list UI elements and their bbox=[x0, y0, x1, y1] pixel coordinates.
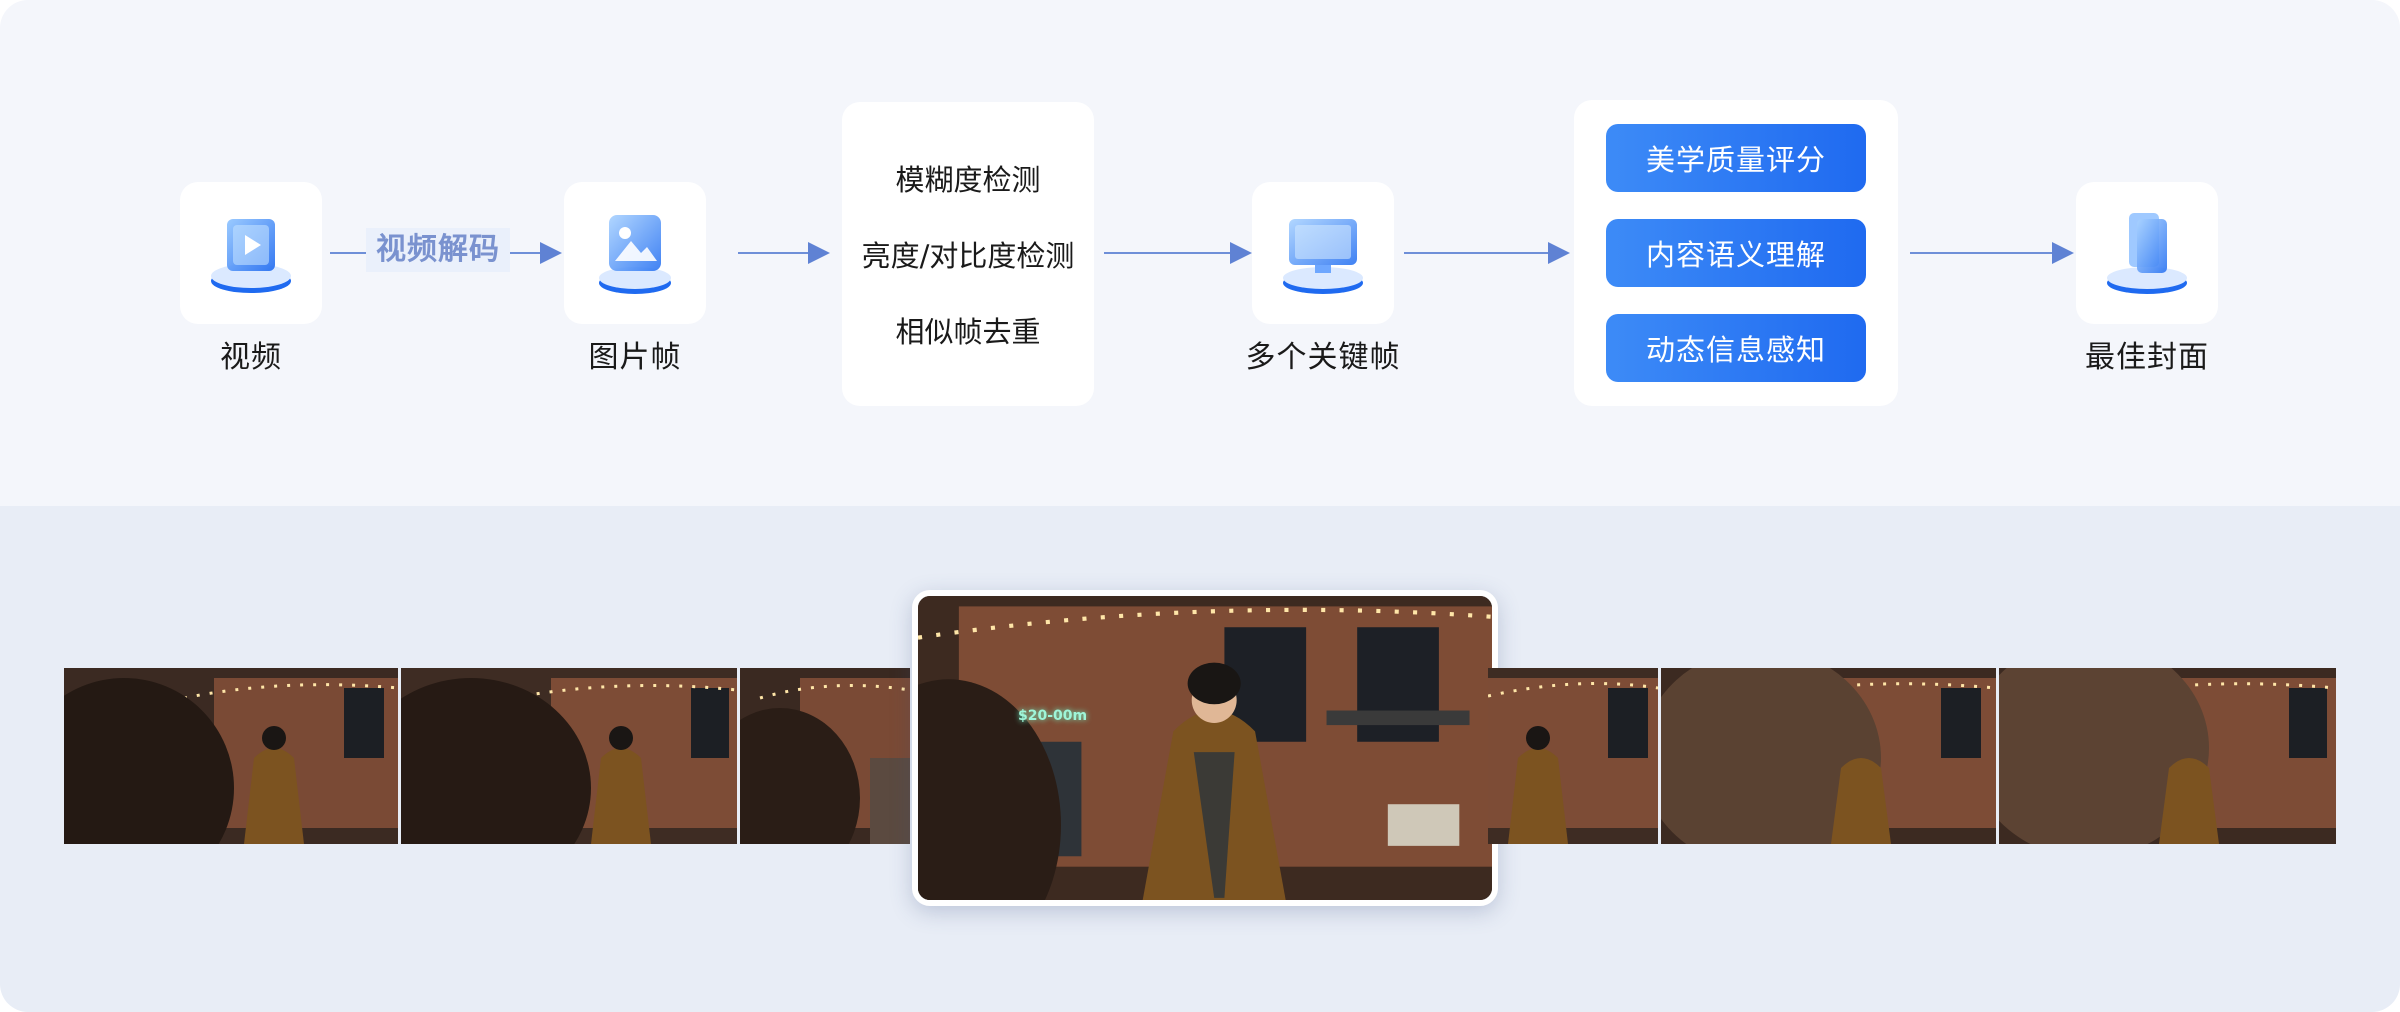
frames-label: 图片帧 bbox=[588, 340, 682, 375]
cover-node bbox=[2076, 182, 2218, 324]
filter-to-keyframes-arrow bbox=[1104, 242, 1252, 264]
featured-frame: $20-00m bbox=[912, 590, 1498, 906]
keyframes-label: 多个关键帧 bbox=[1245, 340, 1401, 375]
eval-to-cover-arrow bbox=[1910, 242, 2074, 264]
frames-to-filter-arrow bbox=[738, 242, 830, 264]
filter-dedupe: 相似帧去重 bbox=[895, 315, 1041, 349]
semantic-understanding-button: 内容语义理解 bbox=[1606, 219, 1866, 287]
stacked-layers-icon bbox=[2099, 205, 2195, 301]
filter-card: 模糊度检测 亮度/对比度检测 相似帧去重 bbox=[842, 102, 1094, 406]
keyframes-node bbox=[1252, 182, 1394, 324]
frame-thumbnail bbox=[401, 668, 737, 844]
filter-brightness: 亮度/对比度检测 bbox=[861, 239, 1075, 273]
cover-label: 最佳封面 bbox=[2085, 340, 2209, 375]
frame-thumbnail bbox=[1661, 668, 1996, 844]
frame-thumbnail bbox=[740, 668, 910, 844]
frame-thumbnail bbox=[1999, 668, 2336, 844]
evaluation-card: 美学质量评分 内容语义理解 动态信息感知 bbox=[1574, 100, 1898, 406]
frame-thumbnail bbox=[64, 668, 398, 844]
motion-perception-button: 动态信息感知 bbox=[1606, 314, 1866, 382]
aesthetic-score-button: 美学质量评分 bbox=[1606, 124, 1866, 192]
image-frame-icon bbox=[587, 205, 683, 301]
frames-node bbox=[564, 182, 706, 324]
keyframes-to-eval-arrow bbox=[1404, 242, 1570, 264]
screen-frame-icon bbox=[1275, 205, 1371, 301]
decode-label: 视频解码 bbox=[366, 228, 510, 272]
frame-thumbnail bbox=[1488, 668, 1658, 844]
filter-blur: 模糊度检测 bbox=[895, 163, 1041, 197]
storefront-sign: $20-00m bbox=[1018, 708, 1088, 724]
video-node bbox=[180, 182, 322, 324]
video-play-icon bbox=[203, 205, 299, 301]
video-label: 视频 bbox=[220, 340, 282, 375]
